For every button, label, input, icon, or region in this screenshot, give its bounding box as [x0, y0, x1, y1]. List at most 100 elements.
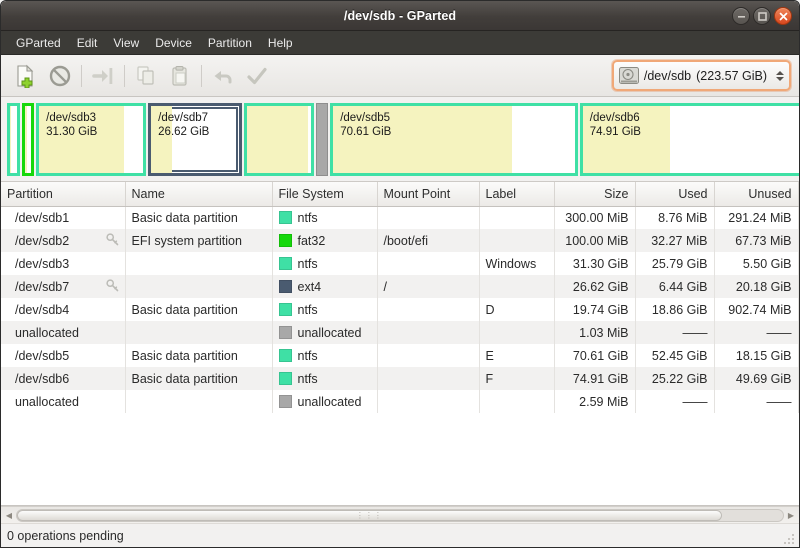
graphic-partition-sdb1[interactable] [7, 103, 20, 176]
device-selector[interactable]: /dev/sdb (223.57 GiB) [611, 60, 791, 91]
graphic-partition-name: /dev/sdb3 [46, 112, 96, 124]
graphic-partition-sdb3[interactable]: /dev/sdb3 31.30 GiB [36, 103, 147, 176]
mounted-key-icon [105, 232, 118, 245]
table-row[interactable]: /dev/sdb3 ntfs Windows 31.30 GiB 25.79 GiB 5.… [1, 252, 799, 275]
cell-used: 32.27 MiB [635, 229, 715, 252]
cell-flags [798, 275, 799, 298]
cell-partition: /dev/sdb1 [1, 206, 126, 229]
cell-used: 18.86 GiB [635, 298, 715, 321]
column-header-partition[interactable]: Partition [1, 182, 126, 207]
cell-flags [798, 321, 799, 344]
graphic-partition-sdb4[interactable] [244, 103, 314, 176]
toolbar-separator [124, 64, 125, 87]
cell-filesystem: ntfs [272, 298, 378, 321]
cell-flags: b [798, 229, 799, 252]
filesystem-text: fat32 [297, 233, 326, 248]
cell-unused: 20.18 GiB [714, 275, 799, 298]
menu-gparted[interactable]: GParted [8, 33, 69, 53]
cell-name [125, 321, 273, 344]
column-header-flags[interactable]: Flags [798, 182, 799, 207]
scrollbar-grip-icon: ⋮⋮⋮ [355, 510, 383, 520]
table-row[interactable]: /dev/sdb5 Basic data partition ntfs E 70.61 … [1, 344, 799, 367]
scrollbar-thumb[interactable]: ⋮⋮⋮ [17, 509, 722, 521]
table-row[interactable]: unallocated unallocated 2.59 MiB —— —— [1, 390, 799, 413]
table-row[interactable]: unallocated unallocated 1.03 MiB —— —— [1, 321, 799, 344]
graphic-partition-sdb5[interactable]: /dev/sdb5 70.61 GiB [330, 103, 578, 176]
partition-name-text: /dev/sdb1 [15, 210, 70, 225]
cell-unused: —— [714, 321, 799, 344]
partition-graphic: /dev/sdb3 31.30 GiB/dev/sdb7 26.62 GiB/dev… [7, 103, 799, 176]
partition-name-text: /dev/sdb5 [15, 348, 70, 363]
spinner-up-icon[interactable] [775, 70, 784, 75]
apply-button[interactable] [240, 60, 274, 92]
filesystem-text: ntfs [297, 256, 318, 271]
resize-move-button[interactable] [86, 60, 120, 92]
menu-device[interactable]: Device [147, 33, 200, 53]
cell-size: 70.61 GiB [554, 344, 636, 367]
filesystem-text: ntfs [297, 348, 318, 363]
cell-filesystem: ntfs [272, 367, 378, 390]
menu-partition[interactable]: Partition [200, 33, 260, 53]
maximize-button[interactable] [753, 7, 771, 25]
partition-name-text: unallocated [15, 394, 79, 409]
table-row[interactable]: /dev/sdb7 ext4 / 26.62 GiB 6.44 GiB 20.18 GiB [1, 275, 799, 298]
column-header-unused[interactable]: Unused [714, 182, 799, 207]
column-header-mountpoint[interactable]: Mount Point [377, 182, 480, 207]
table-row[interactable]: /dev/sdb1 Basic data partition ntfs 300.00 … [1, 206, 799, 229]
column-header-name[interactable]: Name [125, 182, 273, 207]
undo-button[interactable] [206, 60, 240, 92]
column-header-size[interactable]: Size [554, 182, 636, 207]
new-partition-button[interactable] [9, 60, 43, 92]
horizontal-scrollbar[interactable]: ◀ ⋮⋮⋮ ▶ [1, 506, 799, 523]
graphic-partition-sdb7[interactable]: /dev/sdb7 26.62 GiB [148, 103, 243, 176]
device-spinner[interactable] [774, 70, 785, 81]
cell-filesystem: unallocated [272, 321, 378, 344]
scroll-right-icon[interactable]: ▶ [784, 508, 798, 523]
table-row[interactable]: /dev/sdb4 Basic data partition ntfs D 19.74 … [1, 298, 799, 321]
partition-name-text: /dev/sdb7 [15, 279, 70, 294]
paste-icon [172, 65, 187, 86]
partition-used-fill [247, 106, 309, 173]
column-header-label[interactable]: Label [479, 182, 555, 207]
resize-move-icon [92, 67, 113, 84]
apply-icon [247, 67, 267, 84]
scroll-left-icon[interactable]: ◀ [2, 508, 16, 523]
window-title: /dev/sdb - GParted [343, 8, 457, 23]
close-button[interactable] [774, 7, 792, 25]
spinner-down-icon[interactable] [775, 76, 784, 81]
filesystem-text: ntfs [297, 210, 318, 225]
paste-button[interactable] [163, 60, 197, 92]
menu-help[interactable]: Help [260, 33, 301, 53]
graphic-partition-label: /dev/sdb7 26.62 GiB [154, 109, 212, 139]
copy-button[interactable] [129, 60, 163, 92]
cell-name: Basic data partition [125, 298, 273, 321]
menu-edit[interactable]: Edit [69, 33, 106, 53]
graphic-partition-unallocated[interactable] [315, 103, 329, 176]
window-controls [732, 7, 792, 25]
graphic-partition-label: /dev/sdb6 74.91 GiB [586, 109, 644, 139]
cell-mountpoint [377, 367, 480, 390]
partition-table: Partition Name File System Mount Point L… [1, 182, 799, 413]
cell-used: 25.79 GiB [635, 252, 715, 275]
filesystem-color-swatch [278, 303, 292, 316]
column-header-filesystem[interactable]: File System [272, 182, 378, 207]
partition-name-text: /dev/sdb3 [15, 256, 70, 271]
cell-label [479, 275, 555, 298]
minimize-button[interactable] [732, 7, 750, 25]
graphic-partition-sdb2[interactable] [21, 103, 35, 176]
partition-table-body: /dev/sdb1 Basic data partition ntfs 300.00 … [1, 206, 799, 413]
menu-view[interactable]: View [105, 33, 147, 53]
cell-name: Basic data partition [125, 344, 273, 367]
scrollbar-track[interactable]: ⋮⋮⋮ [16, 508, 784, 522]
resize-grip-icon[interactable] [784, 532, 796, 544]
column-header-used[interactable]: Used [635, 182, 715, 207]
graphic-partition-sdb6[interactable]: /dev/sdb6 74.91 GiB [579, 103, 799, 176]
partition-name-text: /dev/sdb2 [15, 233, 70, 248]
filesystem-color-swatch [278, 395, 292, 408]
harddisk-icon [618, 67, 639, 84]
filesystem-color-swatch [278, 349, 292, 362]
cell-filesystem: unallocated [272, 390, 378, 413]
table-row[interactable]: /dev/sdb6 Basic data partition ntfs F 74.91 … [1, 367, 799, 390]
table-row[interactable]: /dev/sdb2 EFI system partition fat32/boot/… [1, 229, 799, 252]
delete-partition-button[interactable] [43, 60, 77, 92]
